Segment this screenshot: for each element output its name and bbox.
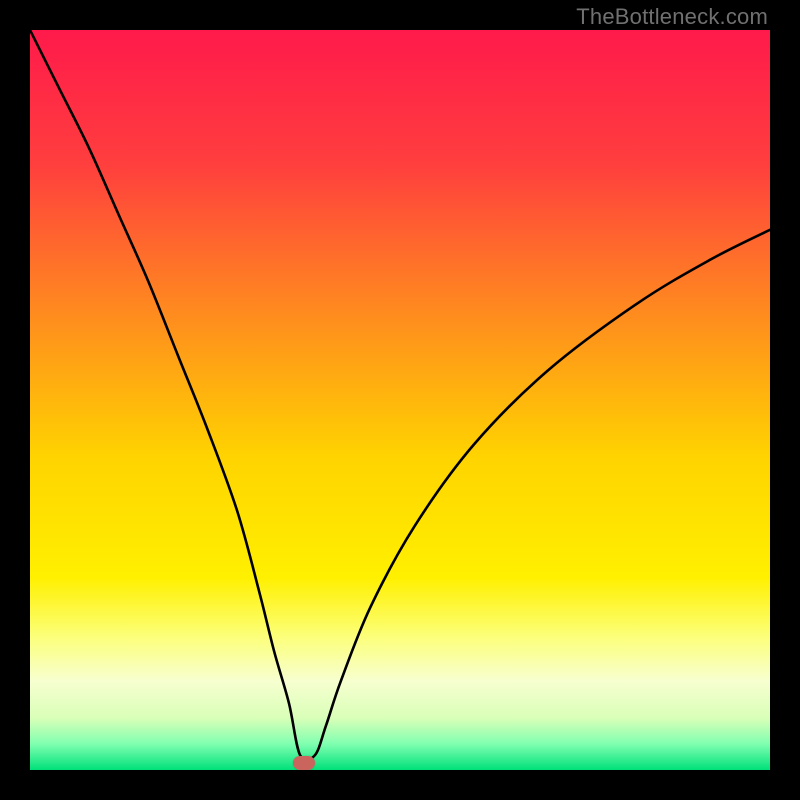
plot-area: [30, 30, 770, 770]
chart-frame: TheBottleneck.com: [0, 0, 800, 800]
attribution-text: TheBottleneck.com: [576, 4, 768, 30]
optimal-point-marker: [293, 756, 315, 770]
bottleneck-curve: [30, 30, 770, 770]
